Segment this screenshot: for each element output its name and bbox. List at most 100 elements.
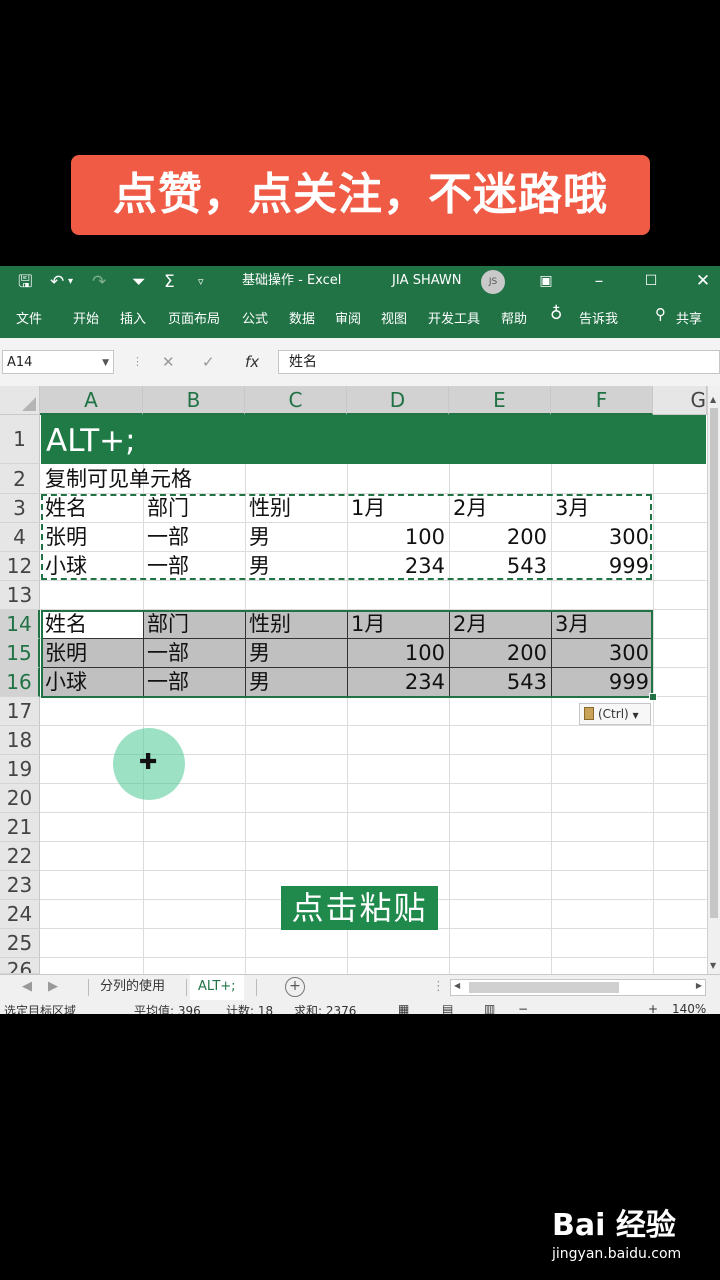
row-header-22[interactable]: 22 xyxy=(0,842,40,871)
gridline xyxy=(40,957,707,958)
row-header-2[interactable]: 2 xyxy=(0,464,40,494)
status-mode: 选定目标区域 xyxy=(4,1004,77,1014)
tab-help[interactable]: 帮助 xyxy=(501,308,527,327)
row-header-18[interactable]: 18 xyxy=(0,726,40,755)
row-header-25[interactable]: 25 xyxy=(0,929,40,958)
row-header-13[interactable]: 13 xyxy=(0,581,40,610)
row-header-19[interactable]: 19 xyxy=(0,755,40,784)
page-layout-icon[interactable]: ▤ xyxy=(442,1002,453,1014)
tab-insert[interactable]: 插入 xyxy=(120,308,146,327)
filter-icon[interactable]: ⏷ xyxy=(132,266,146,298)
save-icon[interactable]: 🖫 xyxy=(18,266,32,298)
share-button[interactable]: 共享 xyxy=(676,308,702,327)
row-header-14[interactable]: 14 xyxy=(0,610,40,639)
row-header-3[interactable]: 3 xyxy=(0,494,40,523)
zoom-in-icon[interactable]: + xyxy=(648,1002,658,1014)
baidu-logo: Bai 经验 xyxy=(552,1208,676,1243)
vertical-scrollbar[interactable]: ▲ ▼ xyxy=(707,386,720,974)
scroll-left-icon[interactable]: ◀ xyxy=(454,981,460,990)
row-header-26[interactable]: 26 xyxy=(0,958,40,974)
row-header-23[interactable]: 23 xyxy=(0,871,40,900)
autosum-icon[interactable]: Σ xyxy=(164,266,175,298)
column-header-c[interactable]: C xyxy=(245,386,347,415)
paste-options-button[interactable]: (Ctrl) ▼ xyxy=(579,703,651,725)
row-header-21[interactable]: 21 xyxy=(0,813,40,842)
tab-developer[interactable]: 开发工具 xyxy=(428,308,480,327)
maximize-icon[interactable]: ☐ xyxy=(636,266,666,296)
column-header-f[interactable]: F xyxy=(551,386,653,415)
scroll-down-icon[interactable]: ▼ xyxy=(710,961,716,970)
chevron-down-icon: ▼ xyxy=(632,711,639,720)
close-icon[interactable]: ✕ xyxy=(688,266,718,296)
column-header-a[interactable]: A xyxy=(40,386,143,415)
lightbulb-icon[interactable]: ♁ xyxy=(550,304,562,324)
row-header-1[interactable]: 1 xyxy=(0,415,40,464)
column-header-g[interactable]: G xyxy=(653,386,707,415)
cell-a1[interactable]: ALT+; xyxy=(46,423,136,459)
horizontal-scrollbar[interactable]: ◀ ▶ xyxy=(450,979,706,996)
cancel-icon[interactable]: ✕ xyxy=(162,350,175,374)
zoom-level[interactable]: 140% xyxy=(672,1002,706,1014)
select-all-button[interactable] xyxy=(0,386,40,415)
worksheet-grid[interactable]: A B C D E F G 1 2 3 4 12 13 14 15 16 17 … xyxy=(0,386,720,974)
redo-icon[interactable]: ↷ xyxy=(92,266,106,298)
tab-data[interactable]: 数据 xyxy=(289,308,315,327)
status-bar: 选定目标区域 平均值: 396 计数: 18 求和: 2376 ▦ ▤ ▥ − … xyxy=(0,1000,720,1014)
status-average: 平均值: 396 xyxy=(134,1004,201,1014)
status-count: 计数: 18 xyxy=(226,1004,274,1014)
user-name[interactable]: JIA SHAWN xyxy=(392,266,461,296)
undo-dropdown-icon[interactable]: ▾ xyxy=(68,266,73,298)
row-header-24[interactable]: 24 xyxy=(0,900,40,929)
formula-input[interactable]: 姓名 xyxy=(278,350,720,374)
status-sum: 求和: 2376 xyxy=(294,1004,357,1014)
minimize-icon[interactable]: – xyxy=(584,266,614,296)
title-row-fill xyxy=(41,415,706,464)
tab-file[interactable]: 文件 xyxy=(16,308,42,327)
next-sheet-icon[interactable]: ▶ xyxy=(40,975,66,1000)
tab-review[interactable]: 审阅 xyxy=(335,308,361,327)
person-icon[interactable]: ⚲ xyxy=(655,305,666,323)
fill-handle[interactable] xyxy=(649,693,657,701)
selection-border xyxy=(41,610,653,698)
drag-handle-icon[interactable]: ⋮ xyxy=(424,975,453,1000)
row-header-4[interactable]: 4 xyxy=(0,523,40,552)
tell-me[interactable]: 告诉我 xyxy=(579,308,618,327)
scroll-thumb[interactable] xyxy=(710,408,718,918)
undo-icon[interactable]: ↶ xyxy=(50,266,64,298)
ribbon-tabs: 文件 开始 插入 页面布局 公式 数据 审阅 视图 开发工具 帮助 ♁ 告诉我 … xyxy=(0,298,720,338)
row-header-12[interactable]: 12 xyxy=(0,552,40,581)
row-header-17[interactable]: 17 xyxy=(0,697,40,726)
add-sheet-icon[interactable]: + xyxy=(285,977,305,997)
tab-formulas[interactable]: 公式 xyxy=(242,308,268,327)
tab-view[interactable]: 视图 xyxy=(381,308,407,327)
drag-handle-icon[interactable]: ⋮ xyxy=(132,350,143,374)
zoom-out-icon[interactable]: − xyxy=(518,1002,528,1014)
column-header-e[interactable]: E xyxy=(449,386,551,415)
gridline xyxy=(40,841,707,842)
insert-function-icon[interactable]: fx xyxy=(245,350,259,374)
scroll-right-icon[interactable]: ▶ xyxy=(696,981,702,990)
chevron-down-icon[interactable]: ▼ xyxy=(102,351,109,375)
scroll-thumb[interactable] xyxy=(469,982,619,993)
cell-a2[interactable]: 复制可见单元格 xyxy=(41,464,341,494)
customize-qat-icon[interactable]: ▿ xyxy=(198,266,204,298)
scroll-up-icon[interactable]: ▲ xyxy=(710,395,716,404)
prev-sheet-icon[interactable]: ◀ xyxy=(14,975,40,1000)
row-header-16[interactable]: 16 xyxy=(0,668,40,697)
column-header-b[interactable]: B xyxy=(143,386,245,415)
tab-home[interactable]: 开始 xyxy=(73,308,99,327)
sheet-tab-2[interactable]: ALT+; xyxy=(190,975,244,1002)
row-header-20[interactable]: 20 xyxy=(0,784,40,813)
tab-page-layout[interactable]: 页面布局 xyxy=(168,308,220,327)
ribbon-display-icon[interactable]: ▣ xyxy=(531,266,561,296)
copy-marquee xyxy=(41,494,652,580)
enter-icon[interactable]: ✓ xyxy=(202,350,215,374)
avatar[interactable]: JS xyxy=(481,270,505,294)
name-box[interactable]: A14 ▼ xyxy=(2,350,114,374)
page-break-icon[interactable]: ▥ xyxy=(484,1002,495,1014)
instruction-overlay: 点击粘贴 xyxy=(281,886,438,930)
normal-view-icon[interactable]: ▦ xyxy=(398,1002,409,1014)
sheet-tab-1[interactable]: 分列的使用 xyxy=(92,975,173,1000)
column-header-d[interactable]: D xyxy=(347,386,449,415)
row-header-15[interactable]: 15 xyxy=(0,639,40,668)
